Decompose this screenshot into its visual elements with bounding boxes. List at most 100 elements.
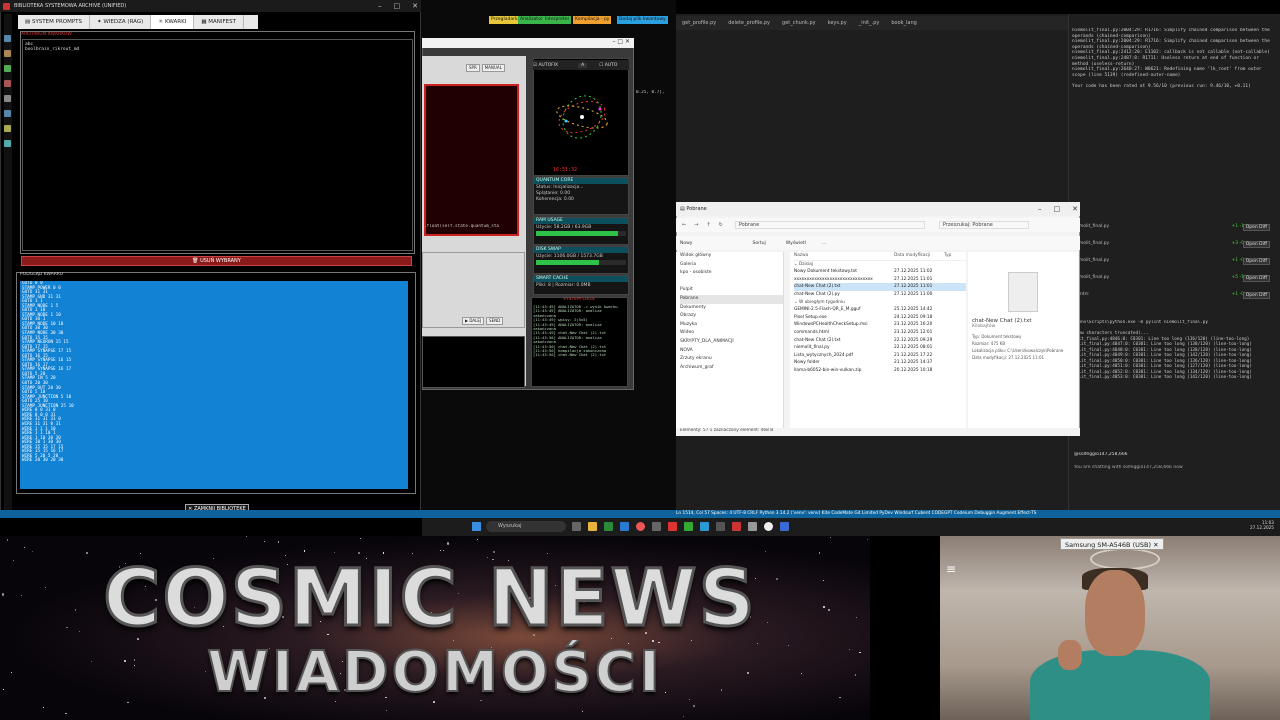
- tool-icon[interactable]: [4, 50, 11, 57]
- tool-icon[interactable]: [4, 95, 11, 102]
- editor-tab[interactable]: keys.py: [822, 16, 853, 30]
- app-icon[interactable]: [684, 522, 693, 531]
- brave-icon[interactable]: [668, 522, 677, 531]
- tab-manifest[interactable]: ▦ MANIFEST: [194, 15, 244, 29]
- tag-compile[interactable]: Kompilacja - py: [573, 16, 612, 24]
- file-row[interactable]: GEMINI-2.5-Flash-QR_E_M.gguf 25.12.2025 1…: [794, 306, 966, 314]
- editor-tab[interactable]: book_lang: [885, 16, 922, 30]
- edge-icon[interactable]: [620, 522, 629, 531]
- menu-icon[interactable]: ≡: [946, 562, 956, 576]
- file-row[interactable]: commands.html 23.12.2025 12:01: [794, 329, 966, 337]
- file-row[interactable]: xxxxxxxxxxxxxxxxxxxxxxxxxxxxxxx 27.12.202…: [794, 276, 966, 284]
- tag-analyzer[interactable]: Analizator: [518, 16, 545, 24]
- file-row[interactable]: WindowsPCHealthCheckSetup.msi 23.12.2025 …: [794, 321, 966, 329]
- tab-knowledge-rag[interactable]: ✦ WIEDZA (RAG): [90, 15, 152, 29]
- app-icon[interactable]: [764, 522, 773, 531]
- app-icon[interactable]: [780, 522, 789, 531]
- manual-button[interactable]: MANUAL: [481, 64, 505, 72]
- maximize-icon[interactable]: □: [1054, 205, 1061, 213]
- editor-tab[interactable]: delete_profile.py: [722, 16, 776, 30]
- new-button[interactable]: Nowy: [680, 241, 692, 246]
- delete-selected-button[interactable]: 🗑 USUŃ WYBRANY: [21, 256, 412, 266]
- mode-select[interactable]: A: [578, 62, 588, 68]
- column-header[interactable]: Nazwa: [794, 252, 894, 260]
- maximize-icon[interactable]: □: [617, 38, 625, 45]
- nav-item[interactable]: Pobrane: [680, 294, 783, 304]
- refresh-icon[interactable]: ↻: [719, 222, 723, 228]
- group-header[interactable]: ⌄ Dzisiaj: [794, 261, 966, 269]
- chrome-icon[interactable]: [636, 522, 645, 531]
- editor-tab[interactable]: get_chunk.py: [776, 16, 822, 30]
- send-button[interactable]: SEND: [486, 316, 504, 325]
- maximize-icon[interactable]: □: [394, 2, 401, 10]
- app-icon[interactable]: [652, 522, 661, 531]
- spr-button[interactable]: SPR: [466, 64, 480, 72]
- tool-icon[interactable]: [4, 80, 11, 87]
- task-view-icon[interactable]: [572, 522, 581, 531]
- search-field[interactable]: Przeszukaj: Pobrane: [938, 221, 1029, 229]
- editor-tab[interactable]: get_profile.py: [676, 16, 722, 30]
- taskbar-clock[interactable]: 11:03 27.12.2025: [1250, 520, 1274, 530]
- tool-icon[interactable]: [4, 35, 11, 42]
- tag-interpreter[interactable]: Interpreter: [543, 16, 572, 24]
- file-row[interactable]: Nowy folder 21.12.2025 14:37: [794, 359, 966, 367]
- tab-system-prompts[interactable]: ▤ SYSTEM PROMPTS: [18, 15, 91, 29]
- group-header[interactable]: ⌄ W ubiegłym tygodniu: [794, 299, 966, 307]
- tool-icon[interactable]: [4, 140, 11, 147]
- nav-item[interactable]: Wideo: [680, 329, 783, 338]
- nav-item[interactable]: Dokumenty: [680, 304, 783, 313]
- more-button[interactable]: ...: [822, 241, 826, 246]
- folder-icon[interactable]: [588, 522, 597, 531]
- nav-item[interactable]: [680, 278, 783, 287]
- list-item[interactable]: boolbrain_rikrout_md: [25, 47, 410, 52]
- minimize-icon[interactable]: –: [1038, 205, 1042, 213]
- file-row[interactable]: chat-New Chat (2).py 27.12.2025 11:00: [794, 291, 966, 299]
- nav-item[interactable]: Archiwum_graf: [680, 364, 783, 373]
- app-icon[interactable]: [716, 522, 725, 531]
- app-icon[interactable]: [732, 522, 741, 531]
- column-header[interactable]: Typ: [944, 252, 951, 260]
- file-row[interactable]: chat-New Chat (2).txt 22.12.2025 09:29: [794, 337, 966, 345]
- back-icon[interactable]: ←: [682, 222, 686, 228]
- app-icon[interactable]: [748, 522, 757, 531]
- nav-item[interactable]: kpo - osobiste: [680, 269, 783, 278]
- view-button[interactable]: Wyświetl: [786, 241, 806, 246]
- tool-icon[interactable]: [4, 65, 11, 72]
- taskbar-search[interactable]: Wyszukaj: [486, 521, 566, 532]
- nav-item[interactable]: NOVA: [680, 347, 783, 356]
- changed-file-row[interactable]: niemolit_final.py +3 -0 Open Diff: [1072, 241, 1272, 249]
- open-diff-button[interactable]: Open Diff: [1242, 292, 1270, 299]
- start-icon[interactable]: [472, 522, 481, 531]
- close-icon[interactable]: ✕: [412, 2, 418, 10]
- vscode-icon[interactable]: [700, 522, 709, 531]
- tab-quarks[interactable]: ⚛ KWARKI: [151, 15, 195, 29]
- nav-item[interactable]: SKRYPTY_DLA_ANIMACJI: [680, 338, 783, 347]
- file-row[interactable]: Pixel Setup.exe 24.12.2025 09:18: [794, 314, 966, 322]
- editor-tab[interactable]: _init_.py: [853, 16, 886, 30]
- open-diff-button[interactable]: Open Diff: [1242, 275, 1270, 282]
- file-row[interactable]: llama-b6052-bin-win-vulkan.zip 20.12.2025…: [794, 367, 966, 375]
- nav-item[interactable]: Zrzuty ekranu: [680, 355, 783, 364]
- file-row[interactable]: niemolit_final.py 22.12.2025 08:01: [794, 344, 966, 352]
- changed-file-row[interactable]: niemolit_final.py +1 -1 Open Diff: [1072, 224, 1272, 232]
- next-button[interactable]: ▶ DALEJ: [462, 316, 485, 325]
- changed-file-row[interactable]: niemolit_final.py +1 -0 Open Diff: [1072, 258, 1272, 266]
- file-row[interactable]: chat-New Chat (2).txt 27.12.2025 11:01: [794, 283, 966, 291]
- file-row[interactable]: Lista_wytycznych_2024.pdf 21.12.2025 17:2…: [794, 352, 966, 360]
- close-icon[interactable]: ✕: [1153, 541, 1158, 549]
- app-icon[interactable]: [604, 522, 613, 531]
- column-header[interactable]: Data modyfikacji: [894, 252, 944, 260]
- file-row[interactable]: Nowy Dokument tekstowy.txt 27.12.2025 11:…: [794, 268, 966, 276]
- quark-preview[interactable]: GOTO 0 0 STAMP POWER 0 0 GOTO 31 31 STAM…: [20, 281, 408, 489]
- open-diff-button[interactable]: Open Diff: [1242, 258, 1270, 265]
- nav-item[interactable]: Pulpit: [680, 286, 783, 295]
- archive-list[interactable]: abc boolbrain_rikrout_md: [22, 39, 413, 251]
- nav-item[interactable]: Widok główny: [680, 252, 783, 261]
- minimize-icon[interactable]: –: [378, 2, 382, 10]
- tool-icon[interactable]: [4, 125, 11, 132]
- address-field[interactable]: Pobrane: [734, 221, 925, 229]
- nav-item[interactable]: Galeria: [680, 261, 783, 270]
- tag-add-quantum-file[interactable]: Dodaj plik kwantowy: [617, 16, 668, 24]
- close-icon[interactable]: ✕: [1072, 205, 1078, 213]
- forward-icon[interactable]: →: [694, 222, 698, 228]
